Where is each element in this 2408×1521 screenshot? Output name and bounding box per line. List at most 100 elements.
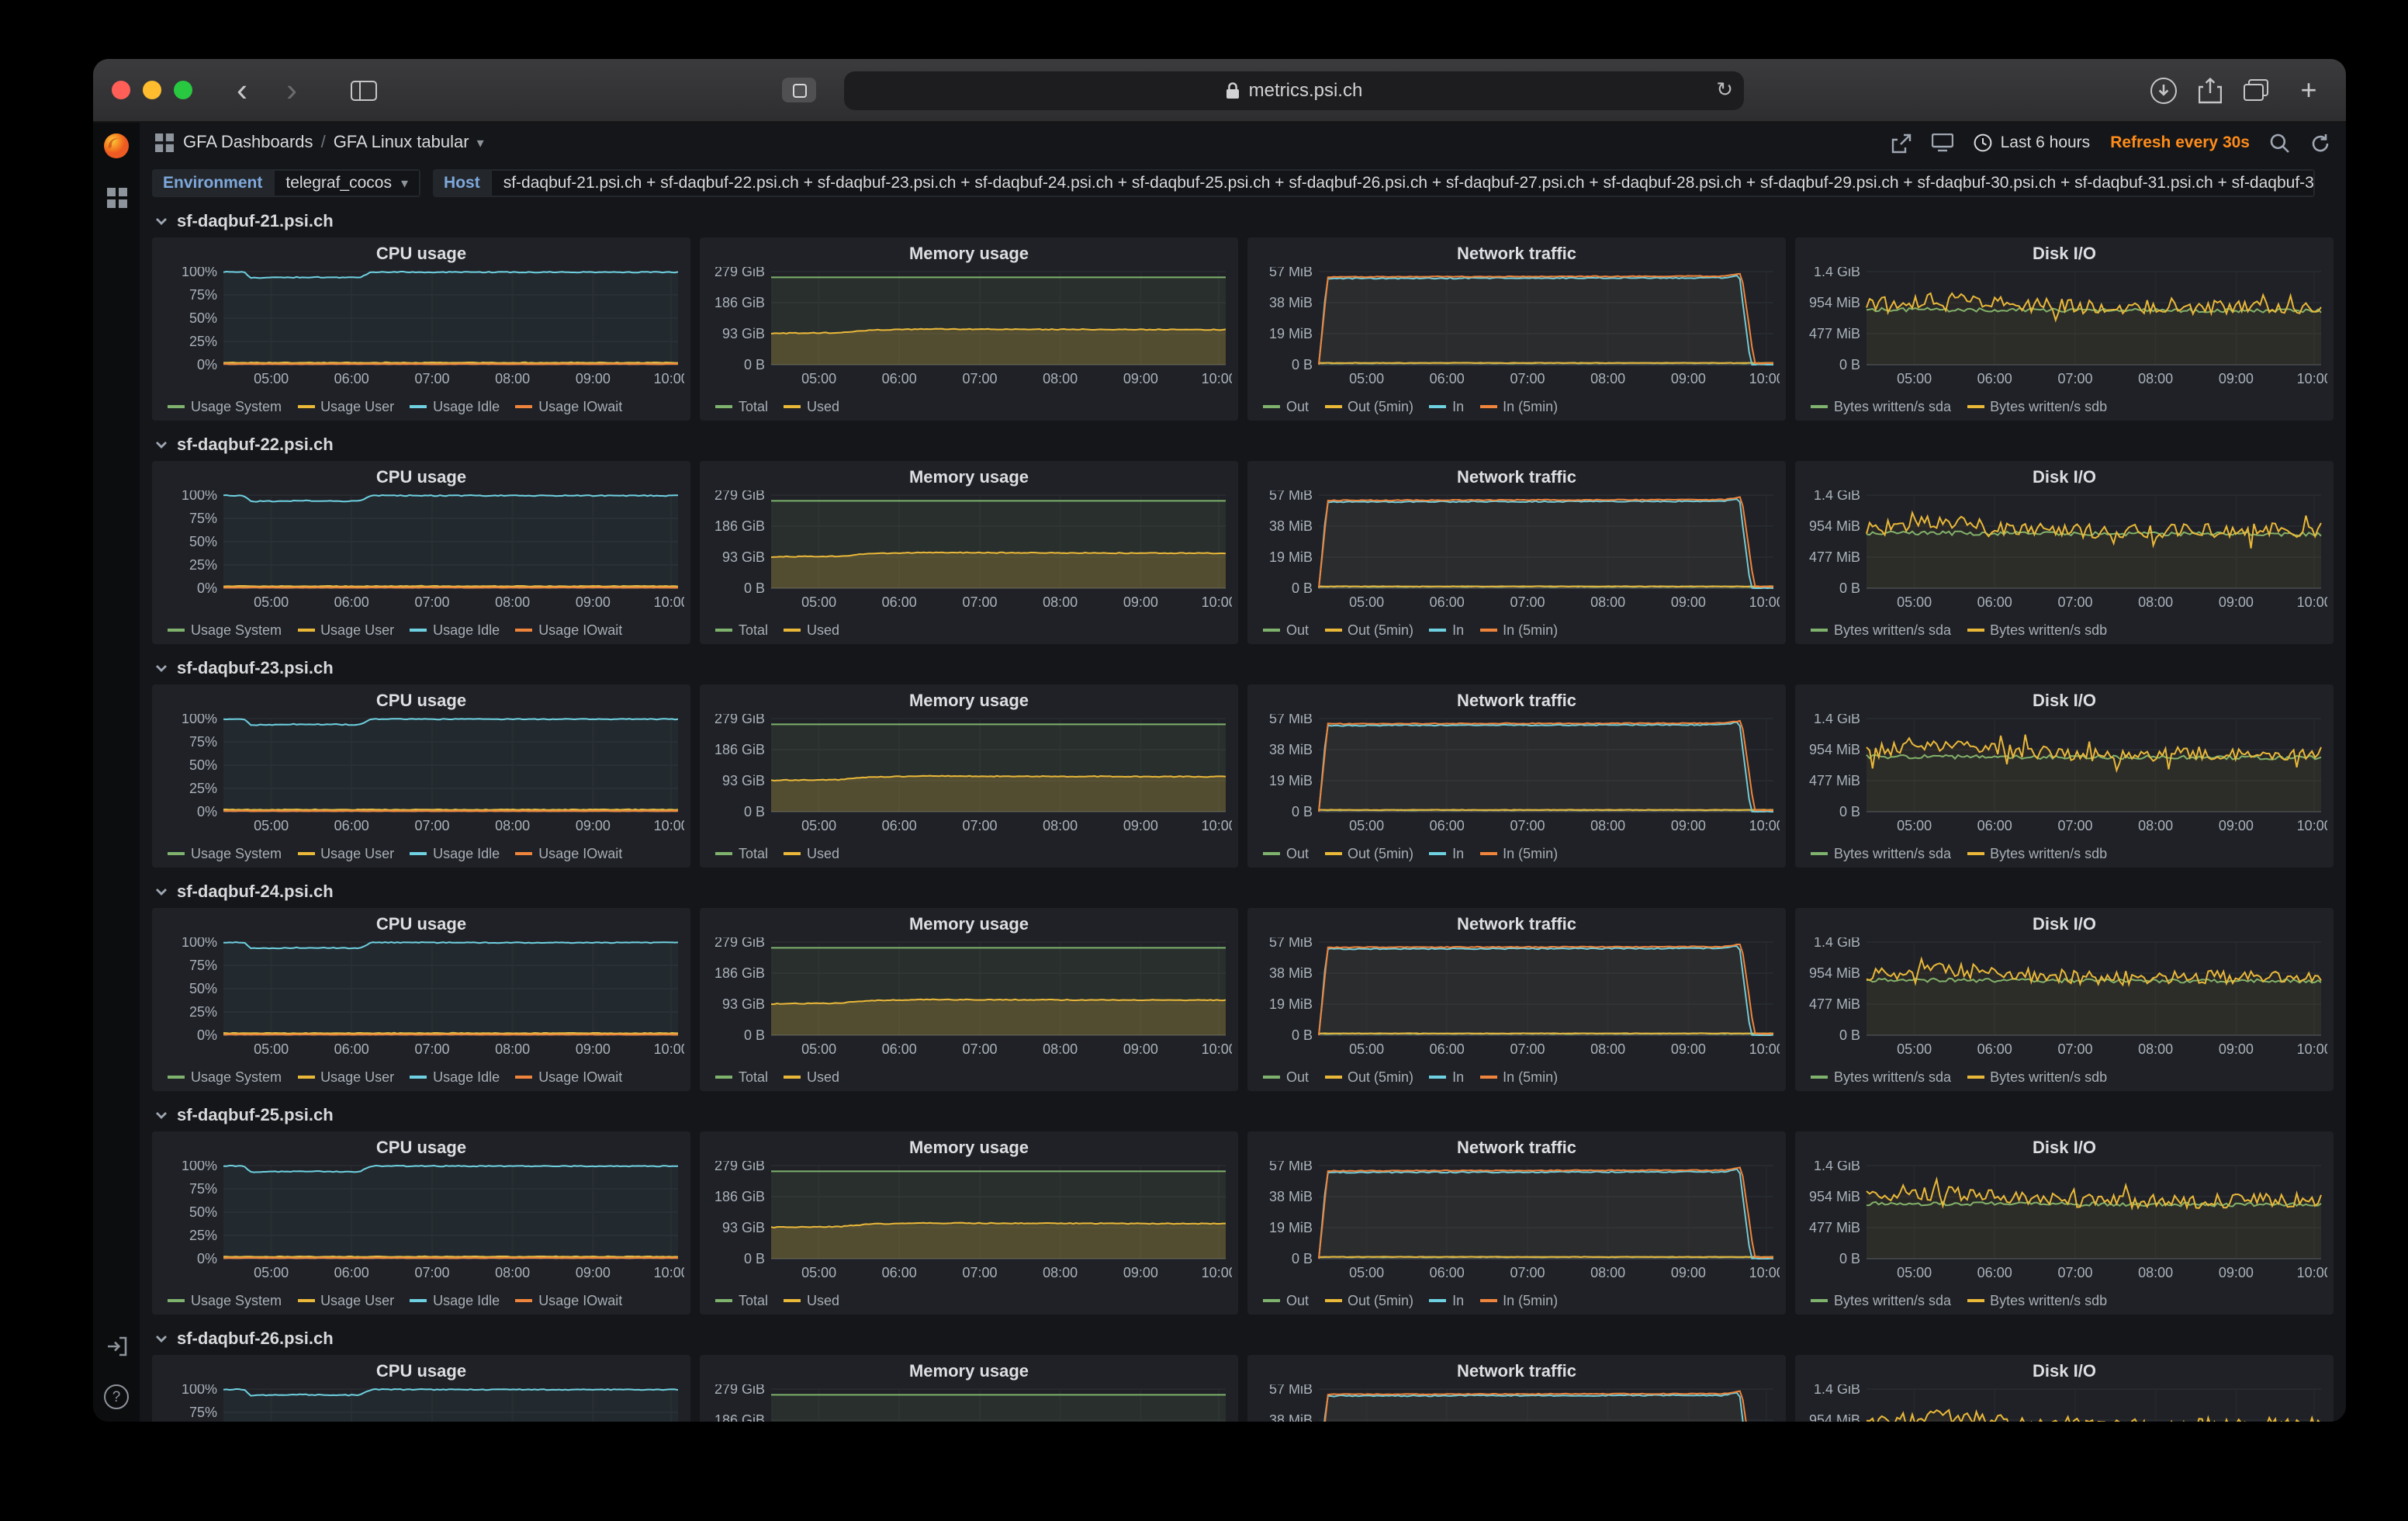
legend-item[interactable]: Total: [715, 622, 768, 638]
legend-item[interactable]: Out: [1263, 1069, 1309, 1085]
tabs-overview-icon[interactable]: [2244, 79, 2268, 101]
new-tab-button[interactable]: +: [2290, 71, 2327, 109]
legend-item[interactable]: Usage System: [168, 846, 282, 861]
row-toggle[interactable]: sf-daqbuf-23.psi.ch: [152, 653, 2334, 684]
row-toggle[interactable]: sf-daqbuf-22.psi.ch: [152, 430, 2334, 461]
panel-title[interactable]: Network traffic: [1254, 913, 1780, 937]
legend-item[interactable]: Usage System: [168, 1293, 282, 1308]
legend-item[interactable]: Out: [1263, 399, 1309, 414]
breadcrumb-current[interactable]: GFA Linux tabular: [334, 133, 469, 152]
back-button[interactable]: ‹: [223, 71, 261, 109]
legend-item[interactable]: Out (5min): [1324, 399, 1413, 414]
legend-item[interactable]: Bytes written/s sdb: [1967, 622, 2107, 638]
legend-item[interactable]: Total: [715, 399, 768, 414]
legend-item[interactable]: In (5min): [1479, 846, 1558, 861]
legend-item[interactable]: Total: [715, 1293, 768, 1308]
legend-item[interactable]: Bytes written/s sda: [1811, 1069, 1951, 1085]
legend-item[interactable]: Out (5min): [1324, 846, 1413, 861]
panel-title[interactable]: Disk I/O: [1801, 689, 2327, 714]
legend-item[interactable]: Used: [784, 399, 839, 414]
forward-button[interactable]: ›: [273, 71, 310, 109]
legend-item[interactable]: Usage IOwait: [515, 1069, 622, 1085]
downloads-icon[interactable]: [2150, 77, 2177, 103]
legend-item[interactable]: Usage User: [297, 846, 394, 861]
panel-title[interactable]: CPU usage: [158, 1136, 684, 1161]
legend-item[interactable]: Total: [715, 1069, 768, 1085]
legend-item[interactable]: Usage IOwait: [515, 846, 622, 861]
panel-title[interactable]: Memory usage: [706, 689, 1232, 714]
chevron-down-icon[interactable]: ▾: [477, 134, 484, 151]
zoom-button[interactable]: [174, 81, 192, 99]
legend-item[interactable]: Usage Idle: [410, 622, 500, 638]
legend-item[interactable]: Out: [1263, 622, 1309, 638]
legend-item[interactable]: Bytes written/s sdb: [1967, 1293, 2107, 1308]
row-toggle[interactable]: sf-daqbuf-21.psi.ch: [152, 206, 2334, 237]
panel-title[interactable]: CPU usage: [158, 689, 684, 714]
legend-item[interactable]: Out (5min): [1324, 1293, 1413, 1308]
legend-item[interactable]: Out (5min): [1324, 622, 1413, 638]
panel-title[interactable]: Network traffic: [1254, 1360, 1780, 1384]
minimize-button[interactable]: [143, 81, 161, 99]
tv-mode-icon[interactable]: [1932, 133, 1954, 152]
legend-item[interactable]: In: [1429, 846, 1464, 861]
time-range-label[interactable]: Last 6 hours: [2001, 133, 2091, 152]
row-toggle[interactable]: sf-daqbuf-25.psi.ch: [152, 1100, 2334, 1131]
panel-title[interactable]: Disk I/O: [1801, 242, 2327, 267]
legend-item[interactable]: Bytes written/s sda: [1811, 846, 1951, 861]
legend-item[interactable]: Out: [1263, 1293, 1309, 1308]
share-icon[interactable]: [2199, 77, 2222, 103]
panel-title[interactable]: Memory usage: [706, 466, 1232, 490]
share-dashboard-icon[interactable]: [1892, 133, 1912, 153]
legend-item[interactable]: Usage System: [168, 399, 282, 414]
host-filter-value[interactable]: sf-daqbuf-21.psi.ch + sf-daqbuf-22.psi.c…: [491, 169, 2316, 197]
panel-title[interactable]: Memory usage: [706, 242, 1232, 267]
environment-filter-value[interactable]: telegraf_cocos▾: [273, 169, 420, 197]
legend-item[interactable]: Usage IOwait: [515, 399, 622, 414]
panel-title[interactable]: Network traffic: [1254, 689, 1780, 714]
legend-item[interactable]: Total: [715, 846, 768, 861]
extension-icon[interactable]: [782, 78, 816, 102]
legend-item[interactable]: Usage Idle: [410, 1069, 500, 1085]
panel-title[interactable]: CPU usage: [158, 466, 684, 490]
legend-item[interactable]: In (5min): [1479, 1293, 1558, 1308]
legend-item[interactable]: Used: [784, 1069, 839, 1085]
legend-item[interactable]: Usage System: [168, 622, 282, 638]
refresh-icon[interactable]: [2310, 133, 2330, 153]
legend-item[interactable]: Out (5min): [1324, 1069, 1413, 1085]
legend-item[interactable]: Used: [784, 1293, 839, 1308]
address-bar[interactable]: metrics.psi.ch ↻: [844, 71, 1744, 109]
legend-item[interactable]: In (5min): [1479, 622, 1558, 638]
panel-title[interactable]: Disk I/O: [1801, 466, 2327, 490]
sidebar-item-dashboards[interactable]: [106, 188, 126, 208]
panel-title[interactable]: Memory usage: [706, 1360, 1232, 1384]
row-toggle[interactable]: sf-daqbuf-26.psi.ch: [152, 1324, 2334, 1355]
legend-item[interactable]: Usage IOwait: [515, 1293, 622, 1308]
panel-title[interactable]: CPU usage: [158, 1360, 684, 1384]
legend-item[interactable]: Bytes written/s sdb: [1967, 846, 2107, 861]
legend-item[interactable]: Usage Idle: [410, 1293, 500, 1308]
legend-item[interactable]: In: [1429, 1293, 1464, 1308]
legend-item[interactable]: Bytes written/s sda: [1811, 1293, 1951, 1308]
legend-item[interactable]: Usage User: [297, 1069, 394, 1085]
legend-item[interactable]: Usage User: [297, 399, 394, 414]
legend-item[interactable]: Bytes written/s sdb: [1967, 399, 2107, 414]
panel-title[interactable]: Network traffic: [1254, 466, 1780, 490]
row-toggle[interactable]: sf-daqbuf-24.psi.ch: [152, 877, 2334, 908]
panel-title[interactable]: Network traffic: [1254, 1136, 1780, 1161]
reload-icon[interactable]: ↻: [1716, 78, 1733, 102]
panel-title[interactable]: Network traffic: [1254, 242, 1780, 267]
sidebar-toggle-icon[interactable]: [344, 71, 382, 109]
grafana-logo[interactable]: [102, 132, 130, 160]
help-icon[interactable]: ?: [104, 1384, 129, 1409]
legend-item[interactable]: Usage System: [168, 1069, 282, 1085]
close-button[interactable]: [112, 81, 130, 99]
legend-item[interactable]: Usage Idle: [410, 399, 500, 414]
panel-title[interactable]: Memory usage: [706, 913, 1232, 937]
legend-item[interactable]: Usage User: [297, 622, 394, 638]
legend-item[interactable]: Bytes written/s sdb: [1967, 1069, 2107, 1085]
panel-title[interactable]: CPU usage: [158, 913, 684, 937]
legend-item[interactable]: Usage IOwait: [515, 622, 622, 638]
refresh-interval-label[interactable]: Refresh every 30s: [2110, 133, 2250, 152]
legend-item[interactable]: Used: [784, 622, 839, 638]
legend-item[interactable]: Bytes written/s sda: [1811, 399, 1951, 414]
